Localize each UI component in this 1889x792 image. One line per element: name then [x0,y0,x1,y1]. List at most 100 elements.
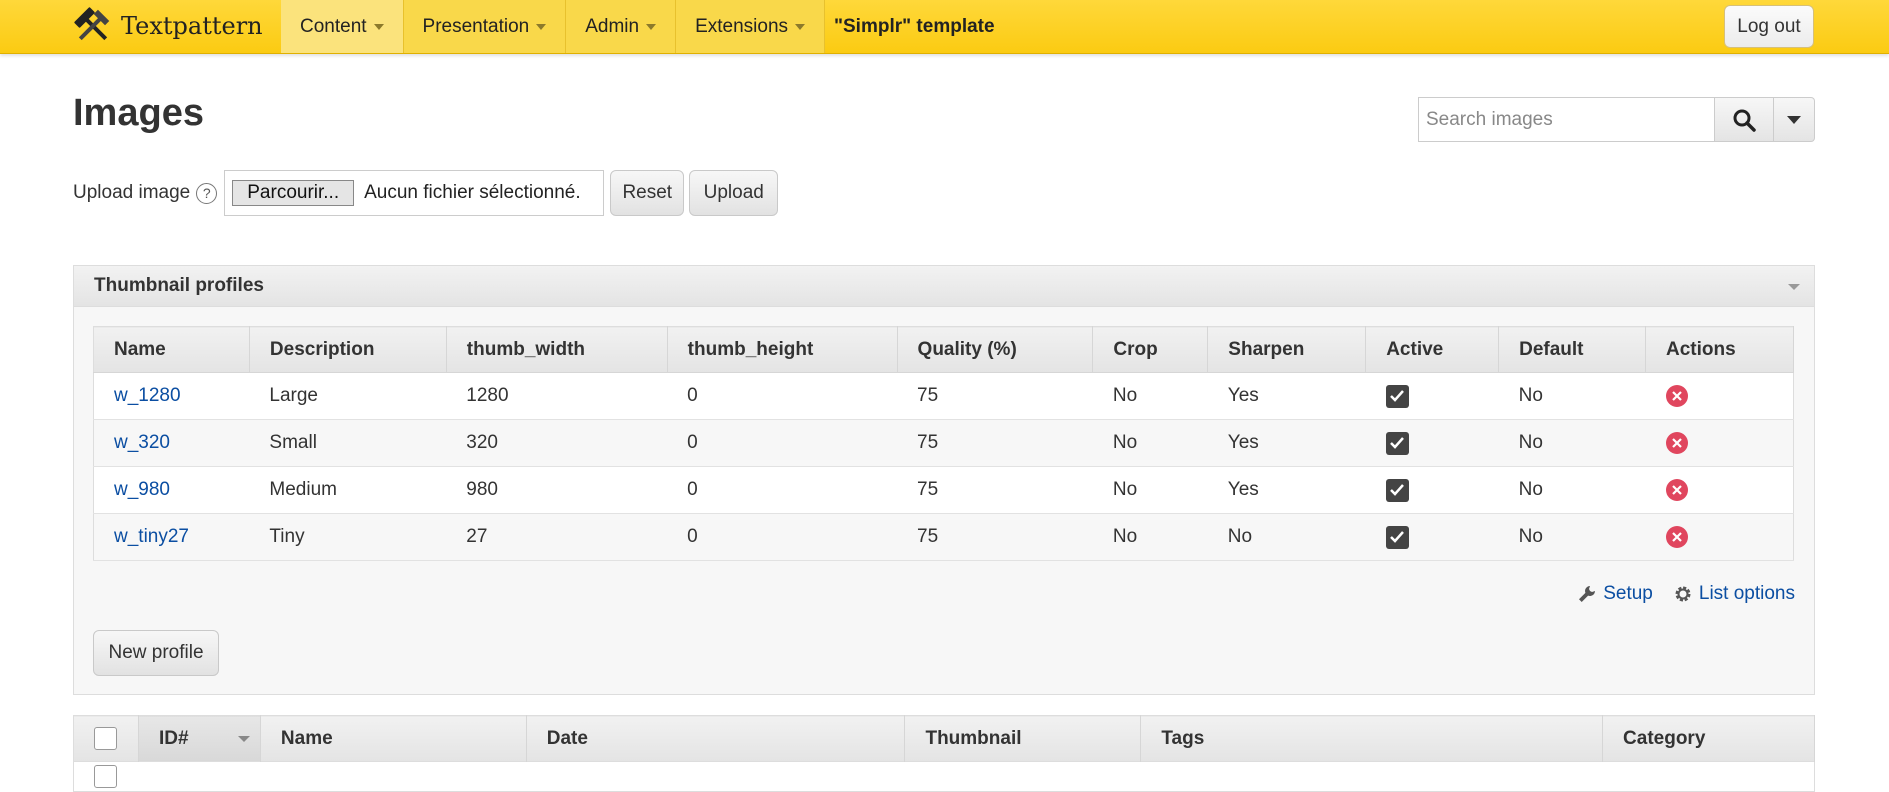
profile-name-link[interactable]: w_1280 [114,385,181,406]
active-checkbox[interactable] [1385,431,1409,455]
profile-width: 980 [446,466,668,514]
profile-name-link[interactable]: w_320 [114,432,170,453]
site-name-link[interactable]: "Simplr" template [834,0,995,53]
profile-description: Small [249,419,447,467]
profile-quality: 75 [897,466,1093,514]
nav-extensions[interactable]: Extensions [676,0,826,53]
profile-name-link[interactable]: w_980 [114,479,170,500]
page-title: Images [73,92,204,134]
nav-presentation[interactable]: Presentation [403,0,567,53]
profile-default: No [1498,419,1646,467]
column-header[interactable]: Category [1602,715,1815,762]
reset-button[interactable]: Reset [610,170,685,216]
upload-label: Upload image [73,182,191,203]
profile-default: No [1498,372,1646,420]
thumbnail-profiles-panel: Thumbnail profiles Name Description thum… [73,265,1815,695]
nav-content[interactable]: Content [281,0,404,53]
delete-icon[interactable] [1665,431,1688,454]
column-header[interactable]: Quality (%) [897,326,1094,373]
profile-width: 320 [446,419,668,467]
profile-height: 0 [667,513,898,561]
search-button[interactable] [1714,97,1774,142]
profile-description: Medium [249,466,447,514]
search-input[interactable] [1418,97,1714,142]
column-header[interactable]: Date [526,715,906,762]
profile-sharpen: No [1207,513,1366,561]
setup-link[interactable]: Setup [1577,583,1653,605]
delete-icon[interactable] [1665,384,1688,407]
checkmark-icon [1390,484,1405,496]
brand-name: Textpattern [121,12,263,40]
select-all-checkbox[interactable] [94,727,117,750]
hammer-icon [74,7,110,41]
caret-down-icon [1787,115,1801,124]
profile-quality: 75 [897,419,1093,467]
chevron-down-icon [795,23,806,30]
search-icon [1733,109,1756,132]
help-icon[interactable]: ? [196,182,218,204]
column-header[interactable]: ID# [138,715,261,762]
checkmark-icon [1390,531,1405,543]
profile-default: No [1498,466,1646,514]
gear-icon [1675,586,1691,602]
column-header[interactable]: Name [93,326,250,373]
list-options-link[interactable]: List options [1673,583,1795,605]
profile-height: 0 [667,466,898,514]
wrench-icon [1579,586,1596,602]
panel-header[interactable]: Thumbnail profiles [74,266,1814,307]
main-nav: Content Presentation Admin Extensions [281,0,826,53]
profile-crop: No [1092,419,1208,467]
sort-desc-icon [237,736,250,742]
panel-links: Setup List options [1577,583,1795,605]
profile-default: No [1498,513,1646,561]
upload-button[interactable]: Upload [689,170,779,216]
chevron-down-icon [646,23,657,30]
logout-button[interactable]: Log out [1724,5,1814,48]
panel-title: Thumbnail profiles [94,275,264,296]
column-header[interactable]: Default [1498,326,1647,373]
column-header[interactable]: Sharpen [1207,326,1367,373]
profile-crop: No [1092,466,1208,514]
chevron-down-icon [373,23,384,30]
file-input[interactable]: Parcourir... Aucun fichier sélectionné. [224,170,605,216]
checkmark-icon [1390,437,1405,449]
profile-width: 27 [446,513,668,561]
profile-width: 1280 [446,372,668,420]
active-checkbox[interactable] [1385,525,1409,549]
top-bar: Textpattern Content Presentation Admin E… [0,0,1889,54]
delete-icon[interactable] [1665,525,1688,548]
profile-sharpen: Yes [1207,466,1366,514]
profile-sharpen: Yes [1207,372,1366,420]
nav-admin[interactable]: Admin [566,0,677,53]
column-header: Tags [1140,715,1604,762]
active-checkbox[interactable] [1385,384,1409,408]
profile-height: 0 [667,372,898,420]
brand-logo-link[interactable]: Textpattern [73,6,263,46]
profile-sharpen: Yes [1207,419,1366,467]
upload-form: Upload image ? Parcourir... Aucun fichie… [73,170,779,216]
profile-description: Tiny [249,513,447,561]
browse-button[interactable]: Parcourir... [232,180,355,206]
chevron-down-icon [536,23,547,30]
new-profile-button[interactable]: New profile [93,630,219,676]
collapse-icon [1788,284,1800,290]
column-header[interactable]: Active [1365,326,1500,373]
checkmark-icon [1390,390,1405,402]
column-header[interactable]: Description [249,326,447,373]
table-row: w_1280 Large 1280 0 75 No Yes No [93,372,1794,420]
column-header: Actions [1645,326,1794,373]
column-header[interactable]: Thumbnail [904,715,1142,762]
profile-description: Large [249,372,447,420]
active-checkbox[interactable] [1385,478,1409,502]
column-header[interactable]: Name [260,715,527,762]
profile-crop: No [1092,372,1208,420]
profile-quality: 75 [897,372,1093,420]
search-options-button[interactable] [1774,97,1815,142]
delete-icon[interactable] [1665,478,1688,501]
column-header[interactable]: Crop [1092,326,1209,373]
table-row: w_tiny27 Tiny 27 0 75 No No No [93,513,1794,561]
profile-name-link[interactable]: w_tiny27 [114,526,189,547]
column-header[interactable]: thumb_height [667,326,898,373]
column-header[interactable]: thumb_width [446,326,668,373]
images-table: ID# Name Date Thumbnail Tags Category [73,715,1815,792]
